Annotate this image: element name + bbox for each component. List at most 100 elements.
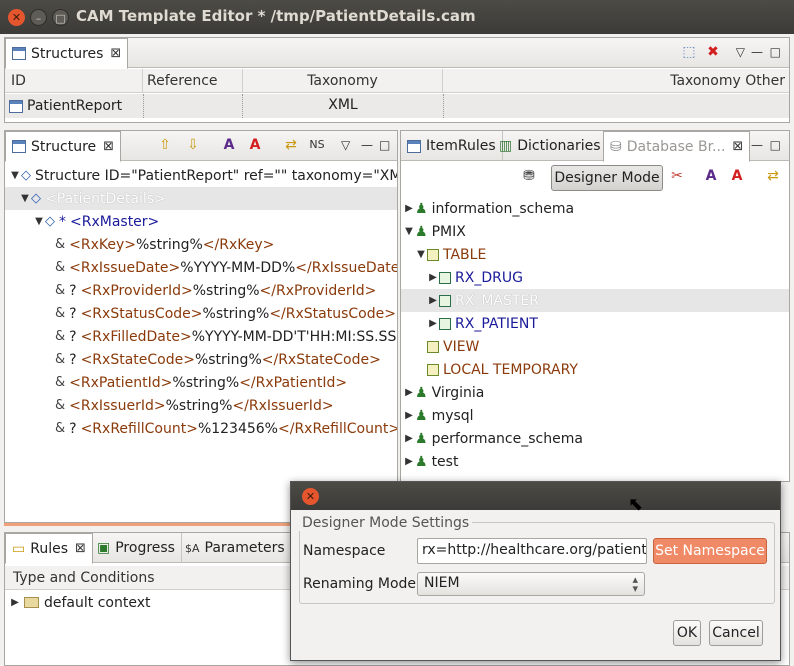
tree-node-test[interactable]: ▶ ♟ test	[403, 450, 789, 473]
tree-node-virginia[interactable]: ▶ ♟ Virginia	[403, 381, 789, 404]
tab-parameters[interactable]: $A Parameters	[179, 533, 292, 563]
add-attribute-icon[interactable]: A	[701, 167, 721, 187]
table-row[interactable]: PatientReport XML	[5, 94, 789, 118]
col-id[interactable]: ID	[5, 69, 143, 93]
tab-itemrules[interactable]: ItemRules	[401, 131, 503, 161]
schema-icon: ♟	[415, 453, 428, 470]
tree-node-rx-drug[interactable]: ▶ RX_DRUG	[427, 266, 789, 289]
tree-node-rx-patient[interactable]: ▶ RX_PATIENT	[427, 312, 789, 335]
dialog-close-icon[interactable]: ✕	[302, 488, 319, 505]
sync-icon[interactable]: ⇄	[763, 167, 783, 187]
tree-node-pmix[interactable]: ▼ ♟ PMIX	[403, 220, 789, 243]
tree-node-rxrefillcount[interactable]: & ? <RxRefillCount> %123456% </RxRefillCou…	[55, 417, 397, 440]
window-maximize-icon[interactable]: □	[52, 9, 69, 26]
tab-rules[interactable]: ▭ Rules ⊠	[5, 533, 93, 564]
close-tab-icon[interactable]: ⊠	[732, 139, 743, 154]
maximize-icon[interactable]: □	[379, 138, 390, 152]
tree-node-rxproviderid[interactable]: & ? <RxProviderId> %string% </RxProviderId…	[55, 279, 397, 302]
minimize-icon[interactable]: —	[751, 138, 763, 152]
expand-icon[interactable]: ▶	[403, 387, 415, 398]
sync-icon[interactable]: ⇄	[281, 136, 301, 156]
add-attribute-icon[interactable]: A	[219, 136, 239, 156]
tree-node-view[interactable]: VIEW	[427, 335, 789, 358]
expand-icon[interactable]: ▶	[403, 203, 415, 214]
move-up-icon[interactable]: ⇧	[155, 136, 175, 156]
view-menu-icon[interactable]: ▽	[736, 45, 745, 59]
collapse-icon[interactable]: ▼	[33, 216, 45, 227]
expand-icon[interactable]: ▶	[427, 318, 439, 329]
move-down-icon[interactable]: ⇩	[183, 136, 203, 156]
tab-dictionaries[interactable]: ▥ Dictionaries	[493, 131, 608, 161]
tree-node-rxissuerid[interactable]: & <RxIssuerId> %string% </RxIssuerId>	[55, 394, 397, 417]
tab-structures[interactable]: Structures ⊠	[5, 38, 129, 69]
namespace-input[interactable]: rx=http://healthcare.org/patients	[417, 538, 647, 564]
renaming-mode-select[interactable]: NIEM ▴ ▾	[417, 572, 645, 596]
close-tab-icon[interactable]: ⊠	[110, 46, 121, 61]
tab-database-browser[interactable]: ⛁ Database Br... ⊠	[603, 131, 751, 162]
tree-node-label: <PatientDetails>	[45, 190, 166, 207]
col-taxonomy-other[interactable]: Taxonomy Other	[443, 69, 789, 93]
open-tag: <RxStatusCode>	[80, 305, 203, 322]
namespace-icon[interactable]: NS	[307, 136, 327, 156]
new-structure-icon[interactable]: ⬚	[679, 43, 699, 63]
cardinality-marker: ?	[69, 328, 77, 345]
tree-node-performance-schema[interactable]: ▶ ♟ performance_schema	[403, 427, 789, 450]
set-namespace-button[interactable]: Set Namespace	[653, 538, 767, 564]
tree-node-table[interactable]: ▼ TABLE	[415, 243, 789, 266]
expand-icon[interactable]: ▶	[9, 597, 21, 608]
database-icon: ⛁	[610, 138, 622, 155]
collapse-icon[interactable]: ▼	[403, 226, 415, 237]
cancel-button[interactable]: Cancel	[709, 620, 763, 646]
tab-structure[interactable]: Structure ⊠	[5, 131, 122, 162]
minimize-icon[interactable]: —	[361, 138, 373, 152]
leaf-element-icon: &	[55, 421, 66, 436]
expand-icon[interactable]: ▶	[403, 433, 415, 444]
tree-node-local-temporary[interactable]: LOCAL TEMPORARY	[427, 358, 789, 381]
structure-node-icon: ◇	[21, 168, 31, 183]
maximize-icon[interactable]: □	[770, 138, 781, 152]
tree-node-rxpatientid[interactable]: & <RxPatientId> %string% </RxPatientId>	[55, 371, 397, 394]
view-menu-icon[interactable]: ▽	[341, 138, 350, 152]
col-taxonomy[interactable]: Taxonomy	[243, 69, 443, 93]
tree-node-rxissuedate[interactable]: & <RxIssueDate> %YYYY-MM-DD% </RxIssueDate…	[55, 256, 397, 279]
close-tab-icon[interactable]: ⊠	[103, 139, 114, 154]
col-reference[interactable]: Reference	[143, 69, 243, 93]
expand-icon[interactable]: ▶	[427, 272, 439, 283]
tree-node-patient-details[interactable]: ▼ ◇ <PatientDetails>	[5, 187, 397, 210]
tree-node-rx-master[interactable]: ▶ RX_MASTER	[401, 289, 789, 312]
close-tab-icon[interactable]: ⊠	[75, 541, 86, 556]
tree-node-information-schema[interactable]: ▶ ♟ information_schema	[403, 197, 789, 220]
delete-icon[interactable]: ✖	[703, 43, 723, 63]
connect-icon[interactable]: ⛃	[519, 167, 539, 187]
tree-node-mysql[interactable]: ▶ ♟ mysql	[403, 404, 789, 427]
leaf-element-icon: &	[55, 237, 66, 252]
value-mask: %string%	[136, 236, 203, 253]
remove-attribute-icon[interactable]: A	[245, 136, 265, 156]
row-taxonomy-other	[443, 94, 789, 118]
collapse-icon[interactable]: ▼	[19, 193, 31, 204]
remove-attribute-icon[interactable]: A	[727, 167, 747, 187]
tree-node-rxkey[interactable]: & <RxKey> %string% </RxKey>	[55, 233, 397, 256]
tree-node-structure[interactable]: ▼ ◇ Structure ID="PatientReport" ref="" …	[9, 164, 397, 187]
tree-node-rxstatuscode[interactable]: & ? <RxStatusCode> %string% </RxStatusCode…	[55, 302, 397, 325]
minimize-icon[interactable]: —	[751, 45, 763, 59]
tree-node-label: RX_MASTER	[455, 292, 539, 309]
leaf-element-icon: &	[55, 329, 66, 344]
window-close-icon[interactable]: ✕	[8, 9, 25, 26]
expand-icon[interactable]: ▶	[403, 456, 415, 467]
collapse-icon[interactable]: ▼	[9, 170, 21, 181]
tree-node-label: RX_DRUG	[455, 269, 523, 286]
collapse-icon[interactable]: ▼	[415, 249, 427, 260]
tools-icon[interactable]: ✂	[667, 167, 687, 187]
tree-node-rxstatecode[interactable]: & ? <RxStateCode> %string% </RxStateCode>	[55, 348, 397, 371]
tab-progress[interactable]: ▣ Progress	[91, 533, 182, 563]
expand-icon[interactable]: ▶	[427, 295, 439, 306]
row-taxonomy: XML	[328, 97, 358, 113]
tree-node-rxmaster[interactable]: ▼ ◇ * <RxMaster>	[33, 210, 397, 233]
ok-button[interactable]: OK	[673, 620, 701, 646]
tree-node-rxfilleddate[interactable]: & ? <RxFilledDate> %YYYY-MM-DD'T'HH:MI:SS…	[55, 325, 397, 348]
maximize-icon[interactable]: □	[770, 45, 781, 59]
expand-icon[interactable]: ▶	[403, 410, 415, 421]
window-minimize-icon[interactable]: –	[30, 9, 47, 26]
designer-mode-button[interactable]: Designer Mode	[551, 165, 663, 191]
